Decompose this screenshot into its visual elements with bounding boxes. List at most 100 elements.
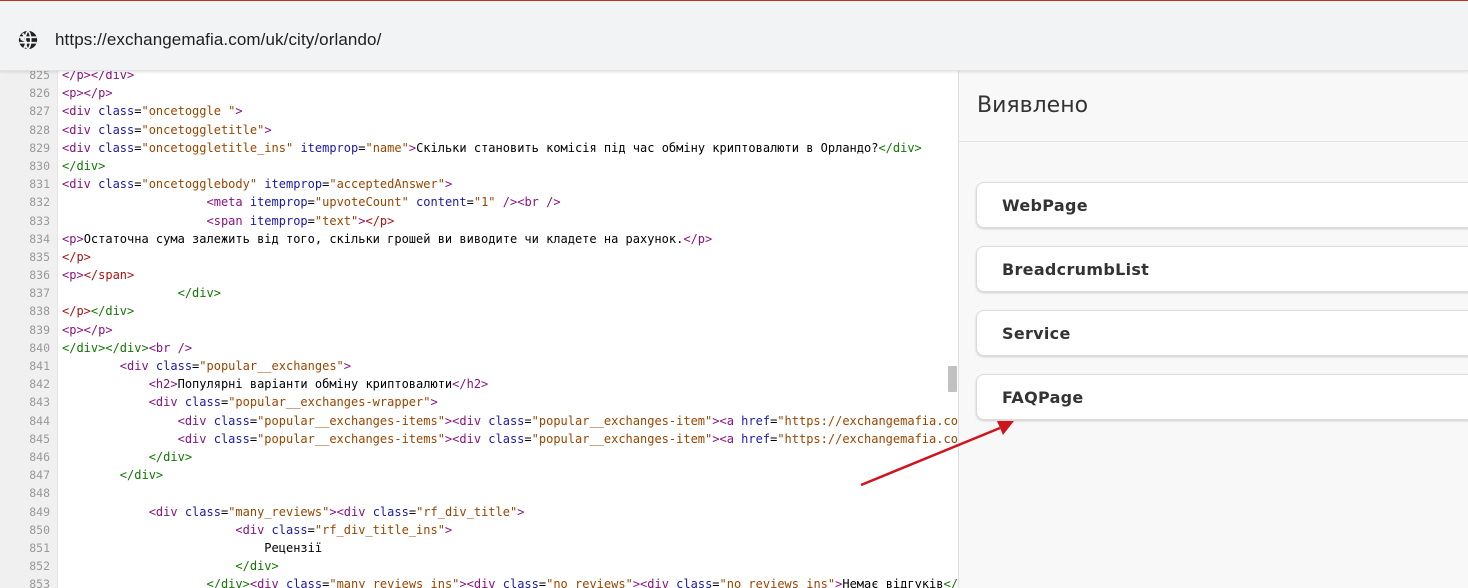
- line-code: <p>Остаточна сума залежить від того, скі…: [62, 231, 713, 246]
- source-line: 848: [0, 484, 958, 502]
- source-line: 828 <div class="oncetoggletitle">: [0, 121, 958, 139]
- detected-schemas-panel: Виявлено WebPage BreadcrumbList Service …: [958, 66, 1468, 588]
- line-number: 845: [29, 431, 50, 446]
- line-number: 834: [29, 231, 50, 246]
- source-line: 846 </div>: [0, 448, 958, 466]
- line-code: <div class="oncetogglebody" itemprop="ac…: [62, 177, 453, 192]
- line-code: </p>: [62, 249, 91, 264]
- line-code: <div class="rf_div_title_ins">: [235, 522, 453, 537]
- line-number: 852: [29, 559, 50, 574]
- line-number: 839: [29, 322, 50, 337]
- line-code: <div class="many_reviews"><div class="rf…: [148, 504, 525, 519]
- source-line: 829 <div class="oncetoggletitle_ins" item…: [0, 139, 958, 157]
- url-text[interactable]: https://exchangemafia.com/uk/city/orland…: [55, 30, 381, 50]
- line-number: 832: [29, 195, 50, 210]
- line-code: </div>: [62, 158, 106, 173]
- schema-card-label: FAQPage: [1002, 388, 1084, 407]
- line-code: </div>: [119, 468, 164, 483]
- source-line: 830 </div>: [0, 157, 958, 175]
- line-number: 846: [29, 449, 50, 464]
- line-code: <div class="popular__exchanges">: [119, 359, 352, 373]
- panel-divider: [959, 141, 1468, 142]
- line-number: 843: [29, 395, 50, 410]
- schema-card-faqpage[interactable]: FAQPage: [976, 374, 1468, 420]
- line-number: 833: [29, 213, 50, 228]
- source-line: 849 <div class="many_reviews"><div class…: [0, 503, 958, 521]
- line-number: 853: [29, 577, 50, 588]
- line-number: 850: [29, 522, 50, 537]
- line-number: 851: [29, 540, 50, 555]
- source-line: 841 <div class="popular__exchanges">: [0, 357, 958, 375]
- source-line: 844 <div class="popular__exchanges-items…: [0, 412, 958, 430]
- line-code: <p></span>: [62, 268, 135, 283]
- line-code: <div class="popular__exchanges-items"><d…: [177, 413, 958, 428]
- schema-card-breadcrumblist[interactable]: BreadcrumbList: [976, 246, 1468, 292]
- address-bar[interactable]: https://exchangemafia.com/uk/city/orland…: [0, 1, 1468, 71]
- line-code: </div>: [177, 286, 221, 301]
- source-code-view[interactable]: 825 </p></div> 826 <p></p> 827 <div class="on…: [0, 66, 958, 588]
- scrollbar-thumb[interactable]: [948, 366, 957, 392]
- schema-card-service[interactable]: Service: [976, 310, 1468, 356]
- source-line: 851 Рецензії: [0, 539, 958, 557]
- line-number: 830: [29, 158, 50, 173]
- panel-title: Виявлено: [977, 93, 1089, 118]
- schema-card-webpage[interactable]: WebPage: [976, 182, 1468, 228]
- line-code: <div class="popular__exchanges-wrapper">: [148, 395, 438, 410]
- line-code: <div class="popular__exchanges-items"><d…: [177, 431, 958, 446]
- line-number: 836: [29, 268, 50, 283]
- line-code: </div><div class="many_reviews_ins"><div…: [206, 577, 959, 588]
- source-line: 835 </p>: [0, 248, 958, 266]
- source-line: 826 <p></p>: [0, 84, 958, 102]
- line-code: </p></div>: [62, 304, 135, 319]
- source-line: 850 <div class="rf_div_title_ins">: [0, 521, 958, 539]
- line-number: 849: [29, 504, 50, 519]
- line-number: 837: [29, 286, 50, 301]
- globe-icon: [18, 30, 38, 50]
- source-line: 847 </div>: [0, 466, 958, 484]
- line-number: 848: [29, 486, 50, 501]
- line-number: 838: [29, 304, 50, 319]
- line-code: <div class="oncetoggletitle">: [62, 122, 272, 137]
- line-code: <div class="oncetoggle ">: [62, 104, 243, 119]
- source-line: 833 <span itemprop="text"></p>: [0, 212, 958, 230]
- source-line: 837 </div>: [0, 284, 958, 302]
- source-line: 843 <div class="popular__exchanges-wrapp…: [0, 393, 958, 411]
- line-code: <meta itemprop="upvoteCount" content="1"…: [206, 195, 561, 210]
- schema-card-label: Service: [1002, 324, 1071, 343]
- source-line: 836 <p></span>: [0, 266, 958, 284]
- source-line: 842 <h2>Популярні варіанти обміну крипто…: [0, 375, 958, 393]
- line-number: 840: [29, 340, 50, 355]
- source-line: 853 </div><div class="many_reviews_ins">…: [0, 575, 958, 588]
- line-code: <div class="oncetoggletitle_ins" itempro…: [62, 140, 922, 155]
- line-code: <p></p>: [62, 86, 113, 101]
- line-code: <p></p>: [62, 322, 113, 337]
- source-line: 845 <div class="popular__exchanges-items…: [0, 430, 958, 448]
- line-number: 831: [29, 177, 50, 192]
- line-number: 826: [29, 86, 50, 101]
- source-line: 840 </div></div><br />: [0, 339, 958, 357]
- source-line: 827 <div class="oncetoggle ">: [0, 102, 958, 120]
- line-code: <h2>Популярні варіанти обміну криптовалю…: [148, 377, 489, 392]
- source-line: 838 </p></div>: [0, 302, 958, 320]
- line-number: 842: [29, 377, 50, 392]
- source-line: 834 <p>Остаточна сума залежить від того, …: [0, 230, 958, 248]
- line-code: Рецензії: [62, 540, 323, 555]
- source-lines: 825 </p></div> 826 <p></p> 827 <div class="on…: [0, 66, 958, 588]
- line-code: </div>: [235, 559, 279, 574]
- source-line: 832 <meta itemprop="upvoteCount" content…: [0, 193, 958, 211]
- source-line: 839 <p></p>: [0, 321, 958, 339]
- line-code: </div></div><br />: [62, 340, 193, 355]
- line-number: 828: [29, 122, 50, 137]
- line-number: 829: [29, 140, 50, 155]
- source-line: 831 <div class="oncetogglebody" itemprop=…: [0, 175, 958, 193]
- line-number: 827: [29, 104, 50, 119]
- line-number: 841: [29, 359, 50, 373]
- line-number: 844: [29, 413, 50, 428]
- line-number: 847: [29, 468, 50, 483]
- schema-card-label: BreadcrumbList: [1002, 260, 1150, 279]
- line-number: 835: [29, 249, 50, 264]
- source-line: 852 </div>: [0, 557, 958, 575]
- schema-card-label: WebPage: [1002, 196, 1088, 215]
- line-code: <span itemprop="text"></p>: [206, 213, 395, 228]
- line-code: </div>: [148, 449, 193, 464]
